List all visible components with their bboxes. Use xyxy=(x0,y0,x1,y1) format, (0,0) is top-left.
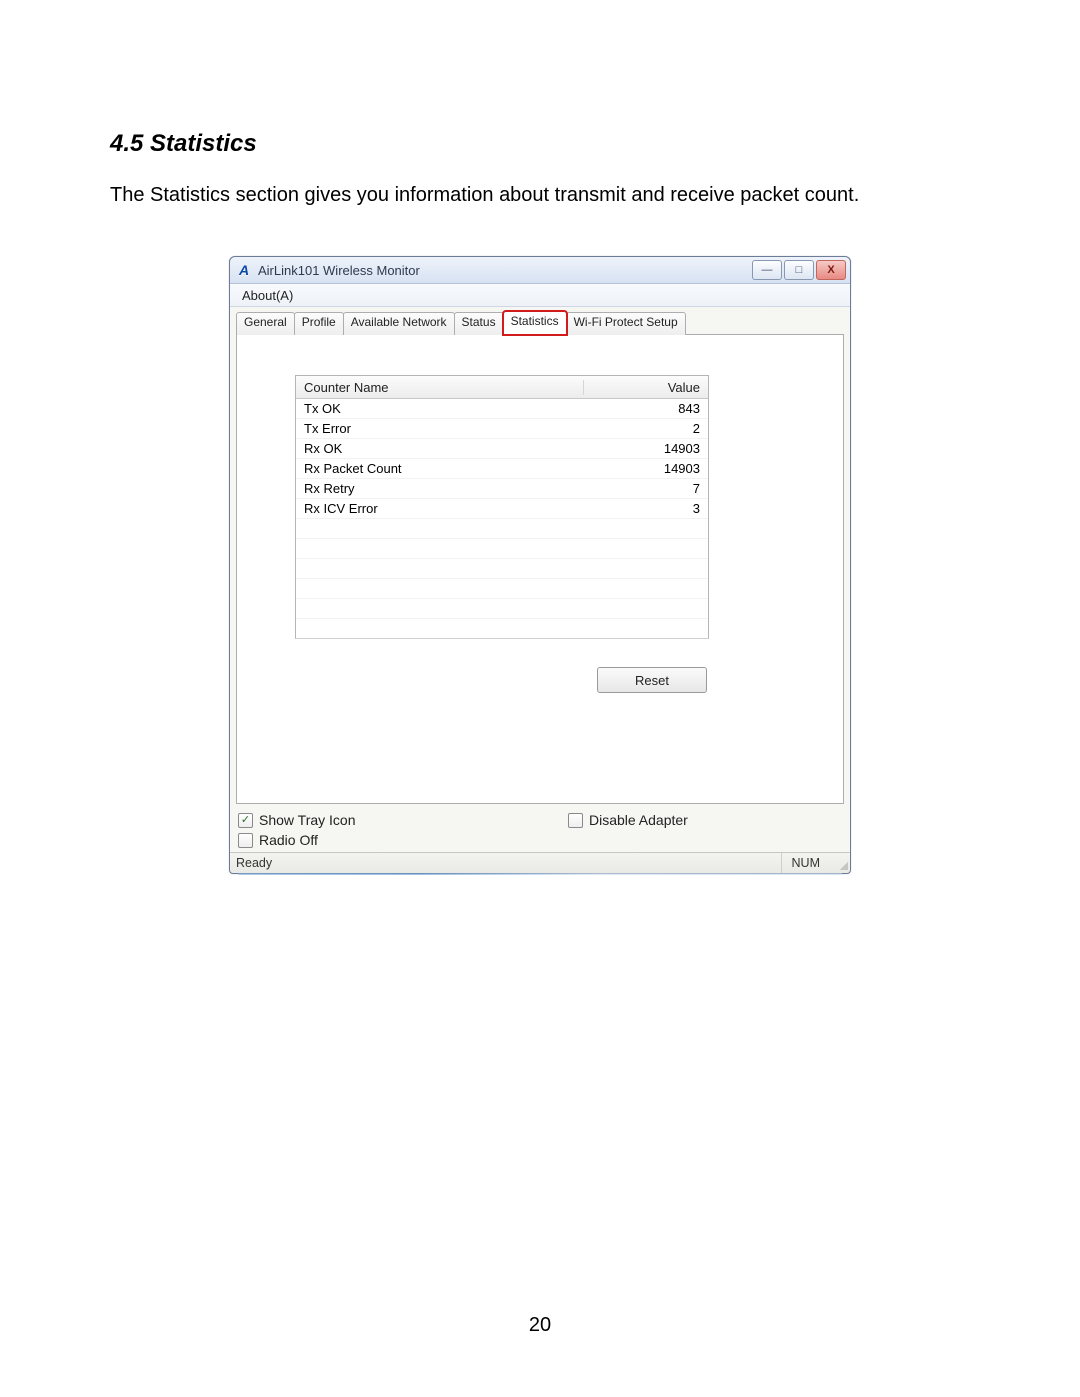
tab-general[interactable]: General xyxy=(236,312,295,335)
table-row[interactable]: Tx OK 843 xyxy=(296,399,708,419)
section-paragraph: The Statistics section gives you informa… xyxy=(110,182,970,208)
tab-status[interactable]: Status xyxy=(454,312,504,335)
page-number: 20 xyxy=(0,1314,1080,1337)
table-row[interactable]: Rx Retry 7 xyxy=(296,479,708,499)
cell-name: Rx OK xyxy=(296,441,584,456)
window-titlebar[interactable]: A AirLink101 Wireless Monitor — □ X xyxy=(230,257,850,284)
table-row[interactable]: Tx Error 2 xyxy=(296,419,708,439)
cell-name: Tx OK xyxy=(296,401,584,416)
checkbox-box-icon: ✓ xyxy=(238,813,253,828)
window-title: AirLink101 Wireless Monitor xyxy=(258,263,420,278)
cell-name: Rx Packet Count xyxy=(296,461,584,476)
app-icon: A xyxy=(236,262,252,278)
close-button[interactable]: X xyxy=(816,260,846,280)
document-page: 4.5 Statistics The Statistics section gi… xyxy=(0,0,1080,1397)
menubar: About(A) xyxy=(230,284,850,307)
tabstrip: General Profile Available Network Status… xyxy=(236,313,844,335)
cell-name: Tx Error xyxy=(296,421,584,436)
checkbox-box-icon xyxy=(568,813,583,828)
table-row-empty: .. xyxy=(296,599,708,619)
checkbox-show-tray-icon[interactable]: ✓ Show Tray Icon xyxy=(238,812,568,828)
tab-statistics[interactable]: Statistics xyxy=(503,311,567,335)
cell-value: 14903 xyxy=(584,441,708,456)
client-area: General Profile Available Network Status… xyxy=(230,307,850,852)
section-heading: 4.5 Statistics xyxy=(110,130,970,158)
checkbox-label: Disable Adapter xyxy=(589,812,688,828)
table-row-empty: .. xyxy=(296,519,708,539)
menu-about[interactable]: About(A) xyxy=(236,286,299,305)
resize-grip-icon[interactable] xyxy=(834,856,848,870)
status-text: Ready xyxy=(236,856,272,870)
checkbox-disable-adapter[interactable]: Disable Adapter xyxy=(568,812,842,828)
statusbar: Ready NUM xyxy=(230,852,850,873)
status-indicator-num: NUM xyxy=(781,853,830,873)
tab-available-network[interactable]: Available Network xyxy=(343,312,455,335)
table-body: Tx OK 843 Tx Error 2 Rx OK 14903 xyxy=(296,399,708,638)
cell-value: 3 xyxy=(584,501,708,516)
table-row-empty: .. xyxy=(296,579,708,599)
statistics-table: Counter Name Value Tx OK 843 Tx Error 2 xyxy=(295,375,709,639)
minimize-button[interactable]: — xyxy=(752,260,782,280)
tab-profile[interactable]: Profile xyxy=(294,312,344,335)
screenshot-container: A AirLink101 Wireless Monitor — □ X Abou… xyxy=(229,256,851,874)
checkbox-box-icon xyxy=(238,833,253,848)
table-row[interactable]: Rx Packet Count 14903 xyxy=(296,459,708,479)
reset-button[interactable]: Reset xyxy=(597,667,707,693)
cell-value: 7 xyxy=(584,481,708,496)
col-header-value[interactable]: Value xyxy=(584,380,708,395)
reset-button-row: Reset xyxy=(295,667,707,693)
maximize-button[interactable]: □ xyxy=(784,260,814,280)
col-header-name[interactable]: Counter Name xyxy=(296,380,584,395)
window-controls: — □ X xyxy=(750,260,846,280)
table-row-empty: .. xyxy=(296,539,708,559)
table-row-empty: .. xyxy=(296,559,708,579)
table-header: Counter Name Value xyxy=(296,376,708,399)
cell-value: 14903 xyxy=(584,461,708,476)
tab-panel-statistics: Counter Name Value Tx OK 843 Tx Error 2 xyxy=(236,334,844,804)
cell-name: Rx Retry xyxy=(296,481,584,496)
tab-wifi-protect-setup[interactable]: Wi-Fi Protect Setup xyxy=(566,312,686,335)
cell-name: Rx ICV Error xyxy=(296,501,584,516)
checkbox-label: Radio Off xyxy=(259,832,318,848)
bottom-options: ✓ Show Tray Icon Disable Adapter Radio O… xyxy=(236,812,844,850)
table-row[interactable]: Rx OK 14903 xyxy=(296,439,708,459)
checkbox-radio-off[interactable]: Radio Off xyxy=(238,832,568,848)
table-row-empty: .. xyxy=(296,619,708,638)
cell-value: 2 xyxy=(584,421,708,436)
app-window: A AirLink101 Wireless Monitor — □ X Abou… xyxy=(229,256,851,874)
checkbox-label: Show Tray Icon xyxy=(259,812,356,828)
cell-value: 843 xyxy=(584,401,708,416)
table-row[interactable]: Rx ICV Error 3 xyxy=(296,499,708,519)
